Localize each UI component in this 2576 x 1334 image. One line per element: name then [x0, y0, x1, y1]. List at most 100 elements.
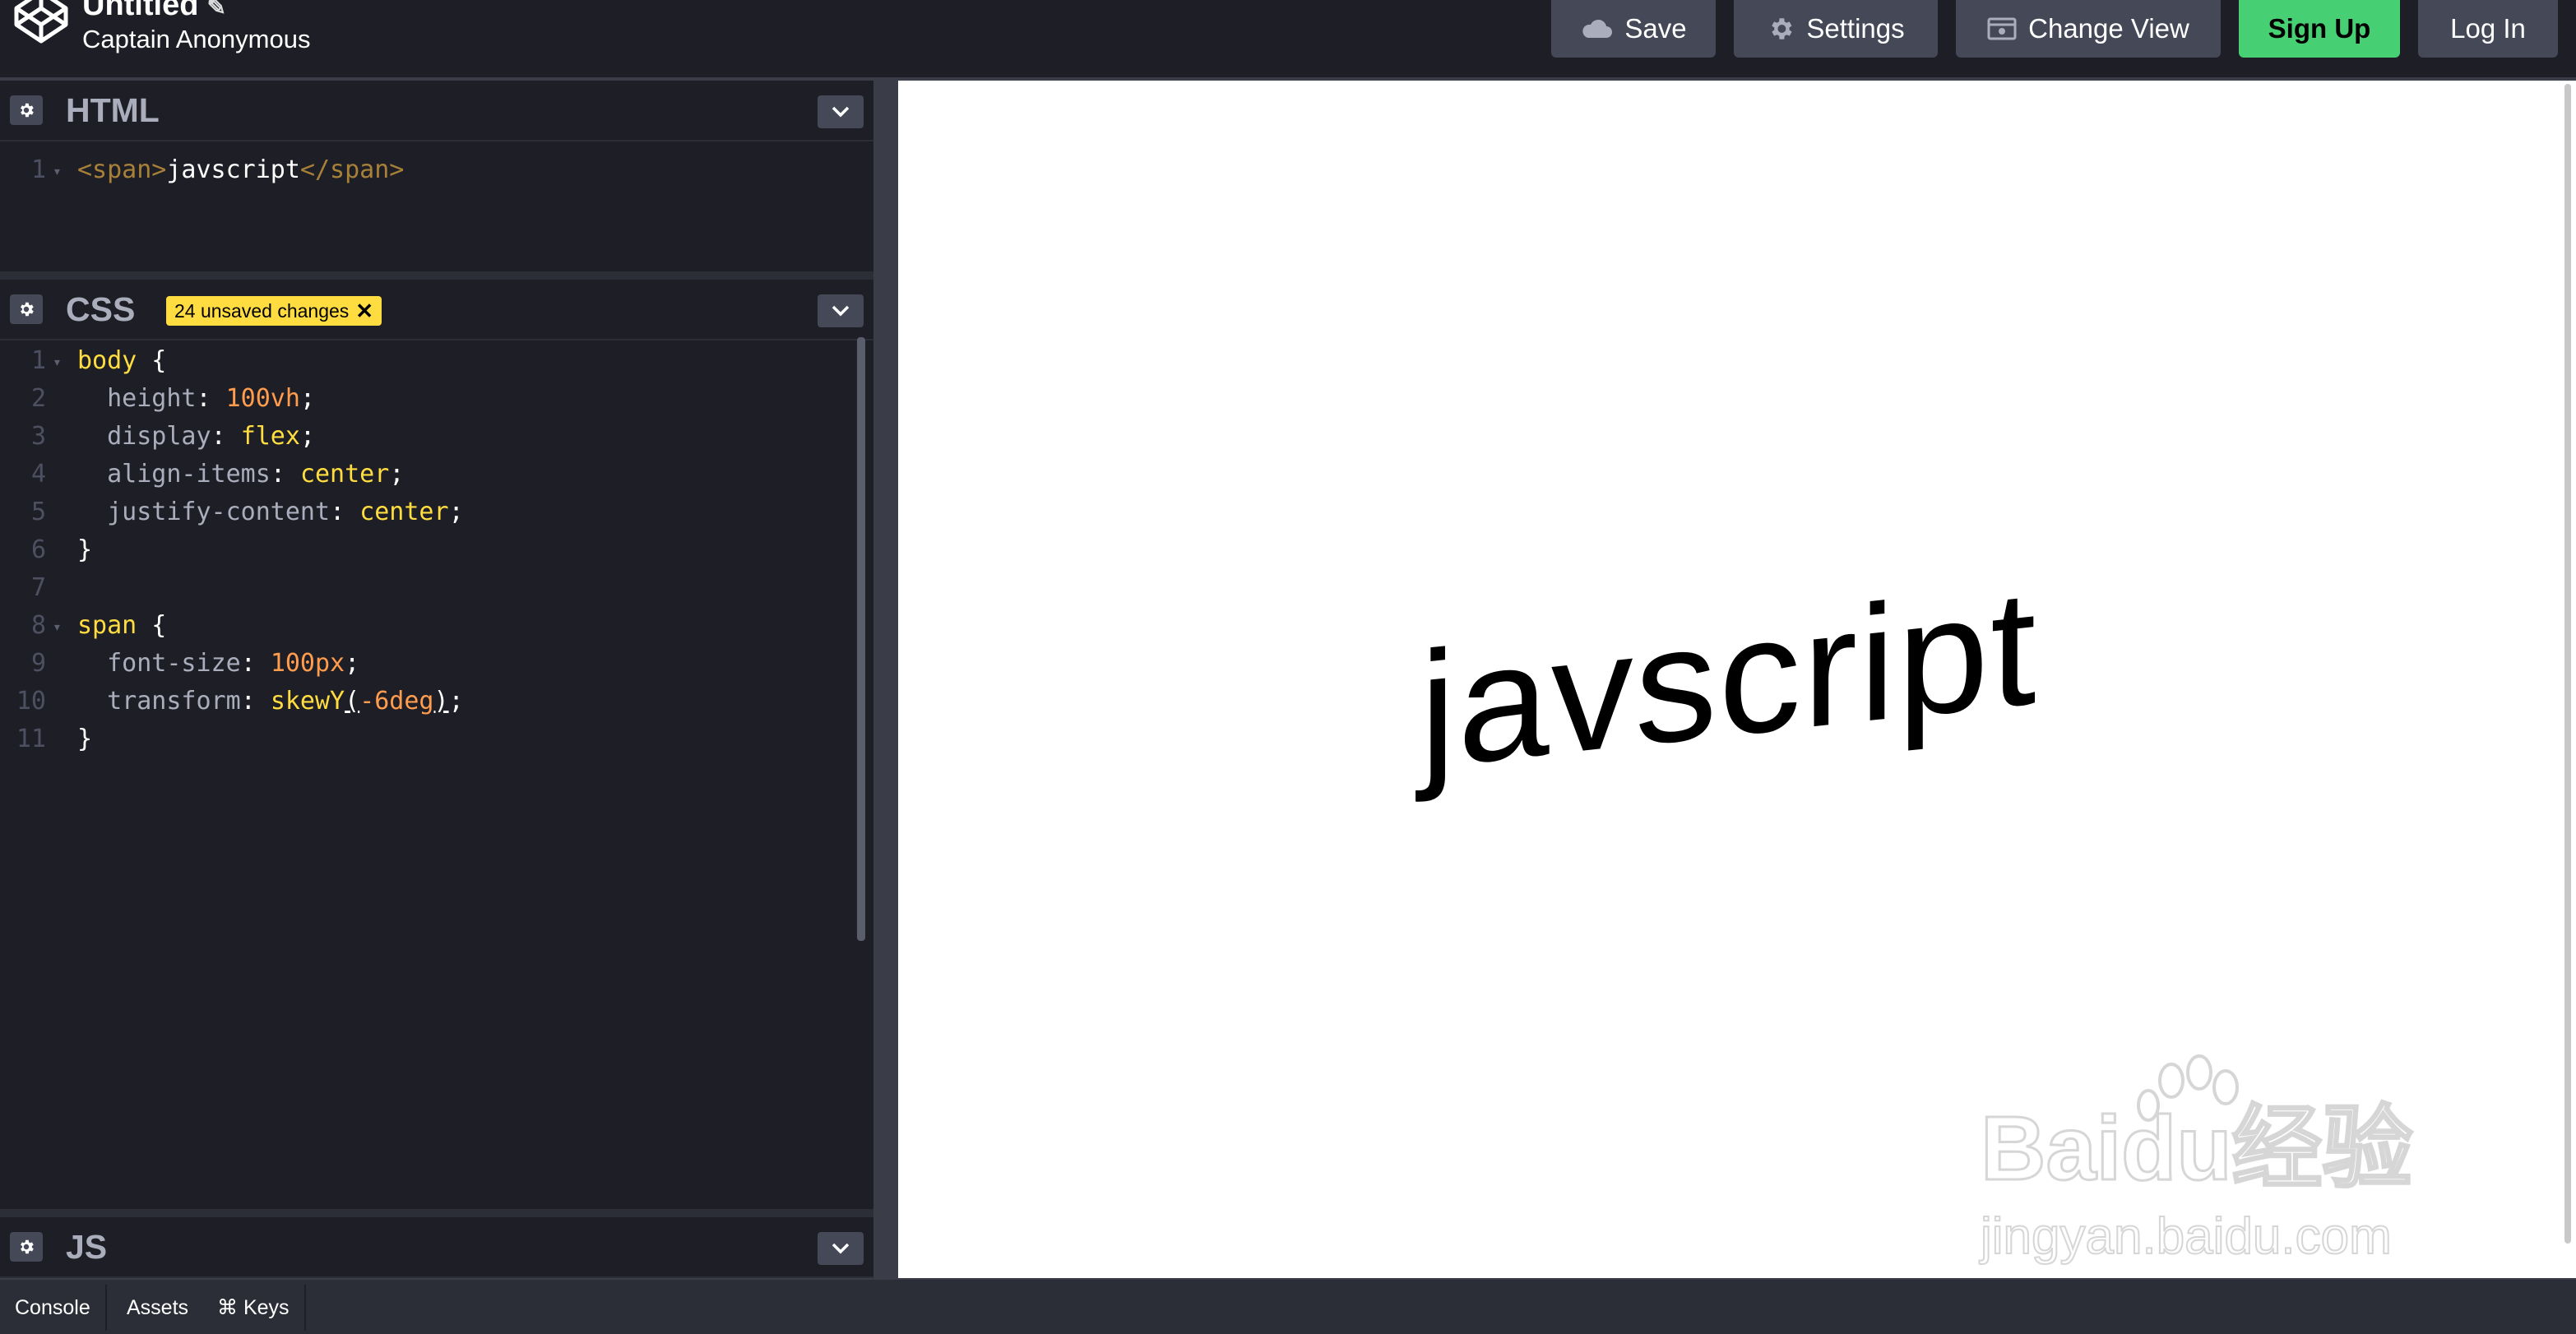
gear-icon [21, 103, 34, 118]
fold-arrow-icon[interactable]: ▾ [53, 354, 62, 371]
css-editor-scrollbar[interactable] [857, 337, 865, 941]
log-in-button[interactable]: Log In [2418, 0, 2558, 58]
brace: { [137, 346, 167, 375]
html-panel-title: HTML [66, 91, 160, 129]
brace: { [137, 611, 167, 640]
code-line: } [77, 535, 93, 564]
tag-content: javscript [166, 155, 300, 184]
edit-pencil-icon[interactable]: ✎ [206, 0, 225, 20]
keys-label: ⌘ Keys [217, 1296, 290, 1319]
code-line: } [77, 725, 93, 753]
css-settings-button[interactable] [10, 294, 43, 324]
chevron-down-icon [832, 1243, 850, 1254]
css-code-editor[interactable]: 1 2 3 4 5 6 7 8 9 10 11 ▾ ▾ body { heigh… [0, 342, 855, 1285]
layout-icon [1987, 17, 2017, 40]
close-icon[interactable]: ✕ [355, 299, 373, 324]
bottom-bar: Console Assets ⌘ Keys [0, 1278, 2576, 1334]
save-button[interactable]: Save [1551, 0, 1716, 58]
line-number: 10 [16, 687, 46, 716]
author-name[interactable]: Captain Anonymous [82, 23, 310, 56]
value: 100px [270, 649, 345, 678]
log-in-label: Log In [2450, 13, 2526, 44]
change-view-label: Change View [2028, 13, 2189, 44]
fold-arrow-icon[interactable]: ▾ [53, 163, 62, 180]
pen-title[interactable]: Untitled ✎ [82, 0, 226, 24]
line-number: 7 [30, 573, 46, 602]
line-number: 2 [30, 384, 46, 413]
fold-arrow-icon[interactable]: ▾ [53, 618, 62, 636]
console-button[interactable]: Console [0, 1285, 107, 1331]
property: justify-content [107, 498, 331, 526]
html-panel-header: HTML [0, 81, 873, 141]
html-settings-button[interactable] [10, 95, 43, 125]
code-line: span { [77, 607, 166, 645]
change-view-button[interactable]: Change View [1956, 0, 2221, 58]
assets-label: Assets [127, 1295, 189, 1319]
pen-title-text: Untitled [82, 0, 199, 22]
open-tag: <span> [77, 155, 167, 184]
editor-column: HTML 1 ▾ <span>javscript</span> CSS 24 u… [0, 81, 877, 1278]
console-label: Console [15, 1295, 90, 1319]
scrollbar-thumb[interactable] [2564, 84, 2571, 1244]
code-line: height: 100vh; [107, 384, 315, 413]
line-number: 1 [30, 155, 46, 184]
js-panel-title: JS [66, 1228, 108, 1266]
cloud-icon [1582, 19, 1613, 38]
close-tag: </span> [299, 155, 405, 184]
line-number: 11 [16, 725, 46, 753]
baidu-jingyan-watermark: Baidu经验 jingyan.baidu.com [1978, 1054, 2414, 1266]
unsaved-changes-badge[interactable]: 24 unsaved changes ✕ [166, 296, 382, 326]
property: font-size [107, 649, 241, 678]
settings-button[interactable]: Settings [1734, 0, 1938, 58]
css-collapse-button[interactable] [818, 294, 864, 327]
js-panel-header: JS [0, 1217, 873, 1278]
line-number: 9 [30, 649, 46, 678]
keys-button[interactable]: ⌘ Keys [202, 1285, 306, 1331]
value: 100vh [225, 384, 300, 413]
selector: body [77, 346, 137, 375]
gear-icon [21, 302, 34, 317]
code-line: font-size: 100px; [107, 649, 360, 678]
js-settings-button[interactable] [10, 1232, 43, 1262]
unsaved-changes-text: 24 unsaved changes [174, 299, 350, 322]
preview-scrollbar[interactable] [2560, 81, 2576, 1278]
code-line: transform: skewY(-6deg); [107, 687, 464, 716]
top-bar: Untitled ✎ Captain Anonymous Save Setting… [0, 0, 2576, 81]
property: align-items [107, 460, 271, 489]
settings-label: Settings [1806, 13, 1905, 44]
selector: span [77, 611, 137, 640]
line-number: 5 [30, 498, 46, 526]
code-line: align-items: center; [107, 460, 405, 489]
watermark-main: Baidu经验 [1981, 1098, 2413, 1199]
line-number: 1 [30, 346, 46, 375]
resize-gutter[interactable] [877, 81, 898, 1278]
line-number: 4 [30, 460, 46, 489]
css-panel-header: CSS 24 unsaved changes ✕ [0, 280, 873, 340]
line-number: 3 [30, 422, 46, 451]
code-line: body { [77, 342, 166, 380]
line-number: 8 [30, 611, 46, 640]
function-name: skewY [270, 687, 345, 716]
panel-divider[interactable] [0, 1209, 873, 1217]
gear-icon [1772, 18, 1792, 39]
sign-up-button[interactable]: Sign Up [2239, 0, 2400, 58]
watermark-url: jingyan.baidu.com [1979, 1208, 2392, 1265]
gear-icon [21, 1239, 34, 1254]
property: display [107, 422, 211, 451]
assets-button[interactable]: Assets [112, 1285, 206, 1331]
css-panel-title: CSS [66, 290, 136, 328]
codepen-logo-icon[interactable] [12, 0, 71, 46]
value: flex [240, 422, 300, 451]
code-line: display: flex; [107, 422, 315, 451]
value: -6deg [359, 687, 434, 716]
property: height [107, 384, 197, 413]
code-line: justify-content: center; [107, 498, 464, 526]
sign-up-label: Sign Up [2268, 13, 2371, 44]
chevron-down-icon [832, 106, 850, 118]
property: transform [107, 687, 241, 716]
line-number: 6 [30, 535, 46, 564]
html-collapse-button[interactable] [818, 95, 864, 128]
panel-divider[interactable] [0, 271, 873, 280]
value: center [359, 498, 449, 526]
js-collapse-button[interactable] [818, 1232, 864, 1265]
